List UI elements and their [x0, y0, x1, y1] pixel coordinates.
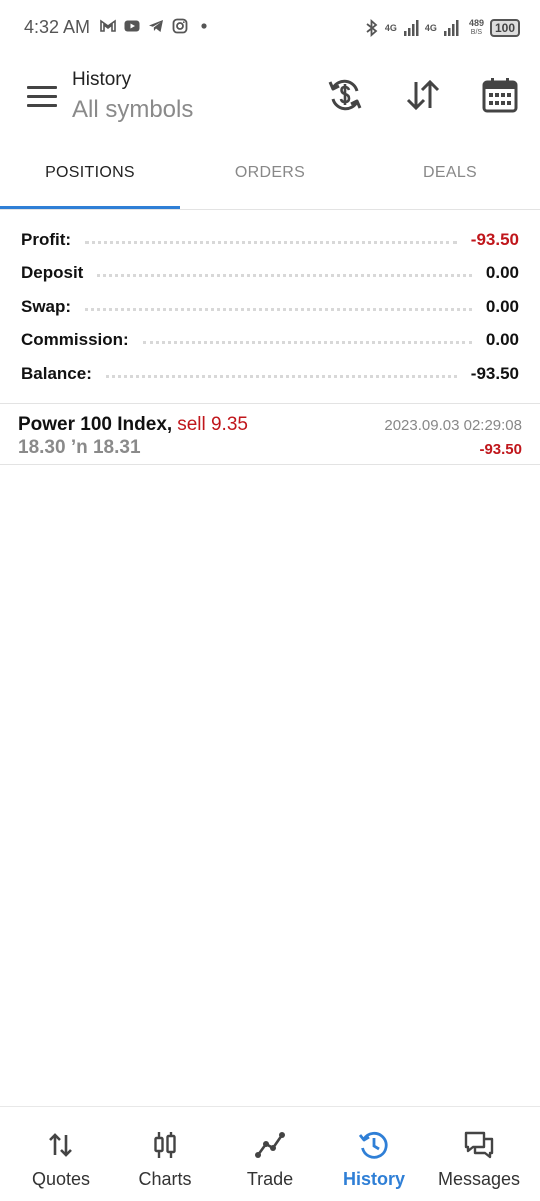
trade-icon: [255, 1132, 285, 1158]
symbol-filter[interactable]: All symbols: [72, 96, 193, 124]
page-title: History: [72, 69, 132, 90]
telegram-icon: [149, 20, 163, 32]
nav-label: Messages: [437, 1169, 521, 1189]
youtube-icon: [124, 20, 140, 32]
dot-icon: [201, 23, 207, 29]
menu-icon[interactable]: [27, 86, 57, 108]
dotted-leader: [85, 307, 472, 311]
summary-value: 0.00: [485, 263, 519, 282]
summary-label: Profit:: [21, 230, 72, 249]
position-prices: 18.30 ’n 18.31: [18, 437, 141, 458]
signal-icon: [403, 20, 419, 36]
status-time: 4:32 AM: [24, 17, 91, 37]
instagram-icon: [172, 18, 188, 34]
summary-value: -93.50: [470, 364, 519, 383]
network-label-1: 4G: [384, 22, 397, 33]
quotes-icon: [49, 1133, 72, 1157]
position-profit: -93.50: [479, 441, 522, 458]
summary-label: Swap:: [21, 297, 72, 316]
summary-row-balance: Balance: -93.50: [21, 362, 519, 386]
tab-positions[interactable]: POSITIONS: [0, 164, 180, 182]
signal-icon: [443, 20, 459, 36]
bottom-navigation: Quotes Charts Trade History Messages: [0, 1106, 540, 1201]
summary-row-swap: Swap: 0.00: [21, 295, 519, 319]
position-symbol: Power 100 Index,: [18, 414, 173, 435]
summary-label: Balance:: [21, 364, 92, 383]
tab-orders[interactable]: ORDERS: [180, 164, 360, 182]
status-bar: 4:32 AM 4G 4G 489 B/S 100: [0, 0, 540, 56]
nav-charts[interactable]: Charts: [111, 1107, 219, 1201]
nav-trade[interactable]: Trade: [216, 1107, 324, 1201]
summary-value: 0.00: [485, 297, 519, 316]
nav-label: Quotes: [31, 1169, 91, 1189]
summary-value: -93.50: [470, 230, 519, 249]
network-speed: 489 B/S: [469, 19, 484, 37]
battery-indicator: 100: [489, 19, 520, 37]
position-type-volume: sell 9.35: [177, 414, 248, 435]
tab-divider: [0, 209, 540, 210]
nav-label: Trade: [246, 1169, 294, 1189]
gmail-icon: [100, 19, 116, 32]
sort-icon[interactable]: [404, 76, 442, 114]
summary-label: Commission:: [21, 330, 129, 349]
summary-row-profit: Profit: -93.50: [21, 228, 519, 252]
bluetooth-icon: [366, 19, 378, 37]
summary-row-deposit: Deposit 0.00: [21, 261, 519, 285]
summary-row-commission: Commission: 0.00: [21, 328, 519, 352]
speed-unit: B/S: [470, 29, 483, 36]
calendar-icon[interactable]: [481, 76, 519, 114]
divider: [0, 464, 540, 465]
currency-refresh-icon[interactable]: [326, 76, 364, 114]
nav-label: History: [342, 1169, 405, 1189]
nav-quotes[interactable]: Quotes: [7, 1107, 115, 1201]
messages-icon: [464, 1131, 494, 1159]
dotted-leader: [105, 374, 457, 378]
speed-value: 489: [468, 18, 484, 28]
position-datetime: 2023.09.03 02:29:08: [384, 417, 522, 434]
history-icon: [358, 1131, 388, 1159]
status-right-group: 4G 4G 489 B/S 100: [365, 14, 520, 42]
charts-icon: [154, 1132, 176, 1158]
summary-value: 0.00: [485, 330, 519, 349]
network-label-2: 4G: [424, 22, 437, 33]
position-row[interactable]: Power 100 Index, sell 9.35 18.30 ’n 18.3…: [0, 404, 540, 464]
dotted-leader: [85, 240, 457, 244]
dotted-leader: [142, 340, 472, 344]
dotted-leader: [97, 273, 472, 277]
nav-label: Charts: [138, 1169, 192, 1189]
tab-deals[interactable]: DEALS: [360, 164, 540, 182]
nav-messages[interactable]: Messages: [425, 1107, 533, 1201]
summary-label: Deposit: [21, 263, 84, 282]
nav-history[interactable]: History: [320, 1107, 428, 1201]
